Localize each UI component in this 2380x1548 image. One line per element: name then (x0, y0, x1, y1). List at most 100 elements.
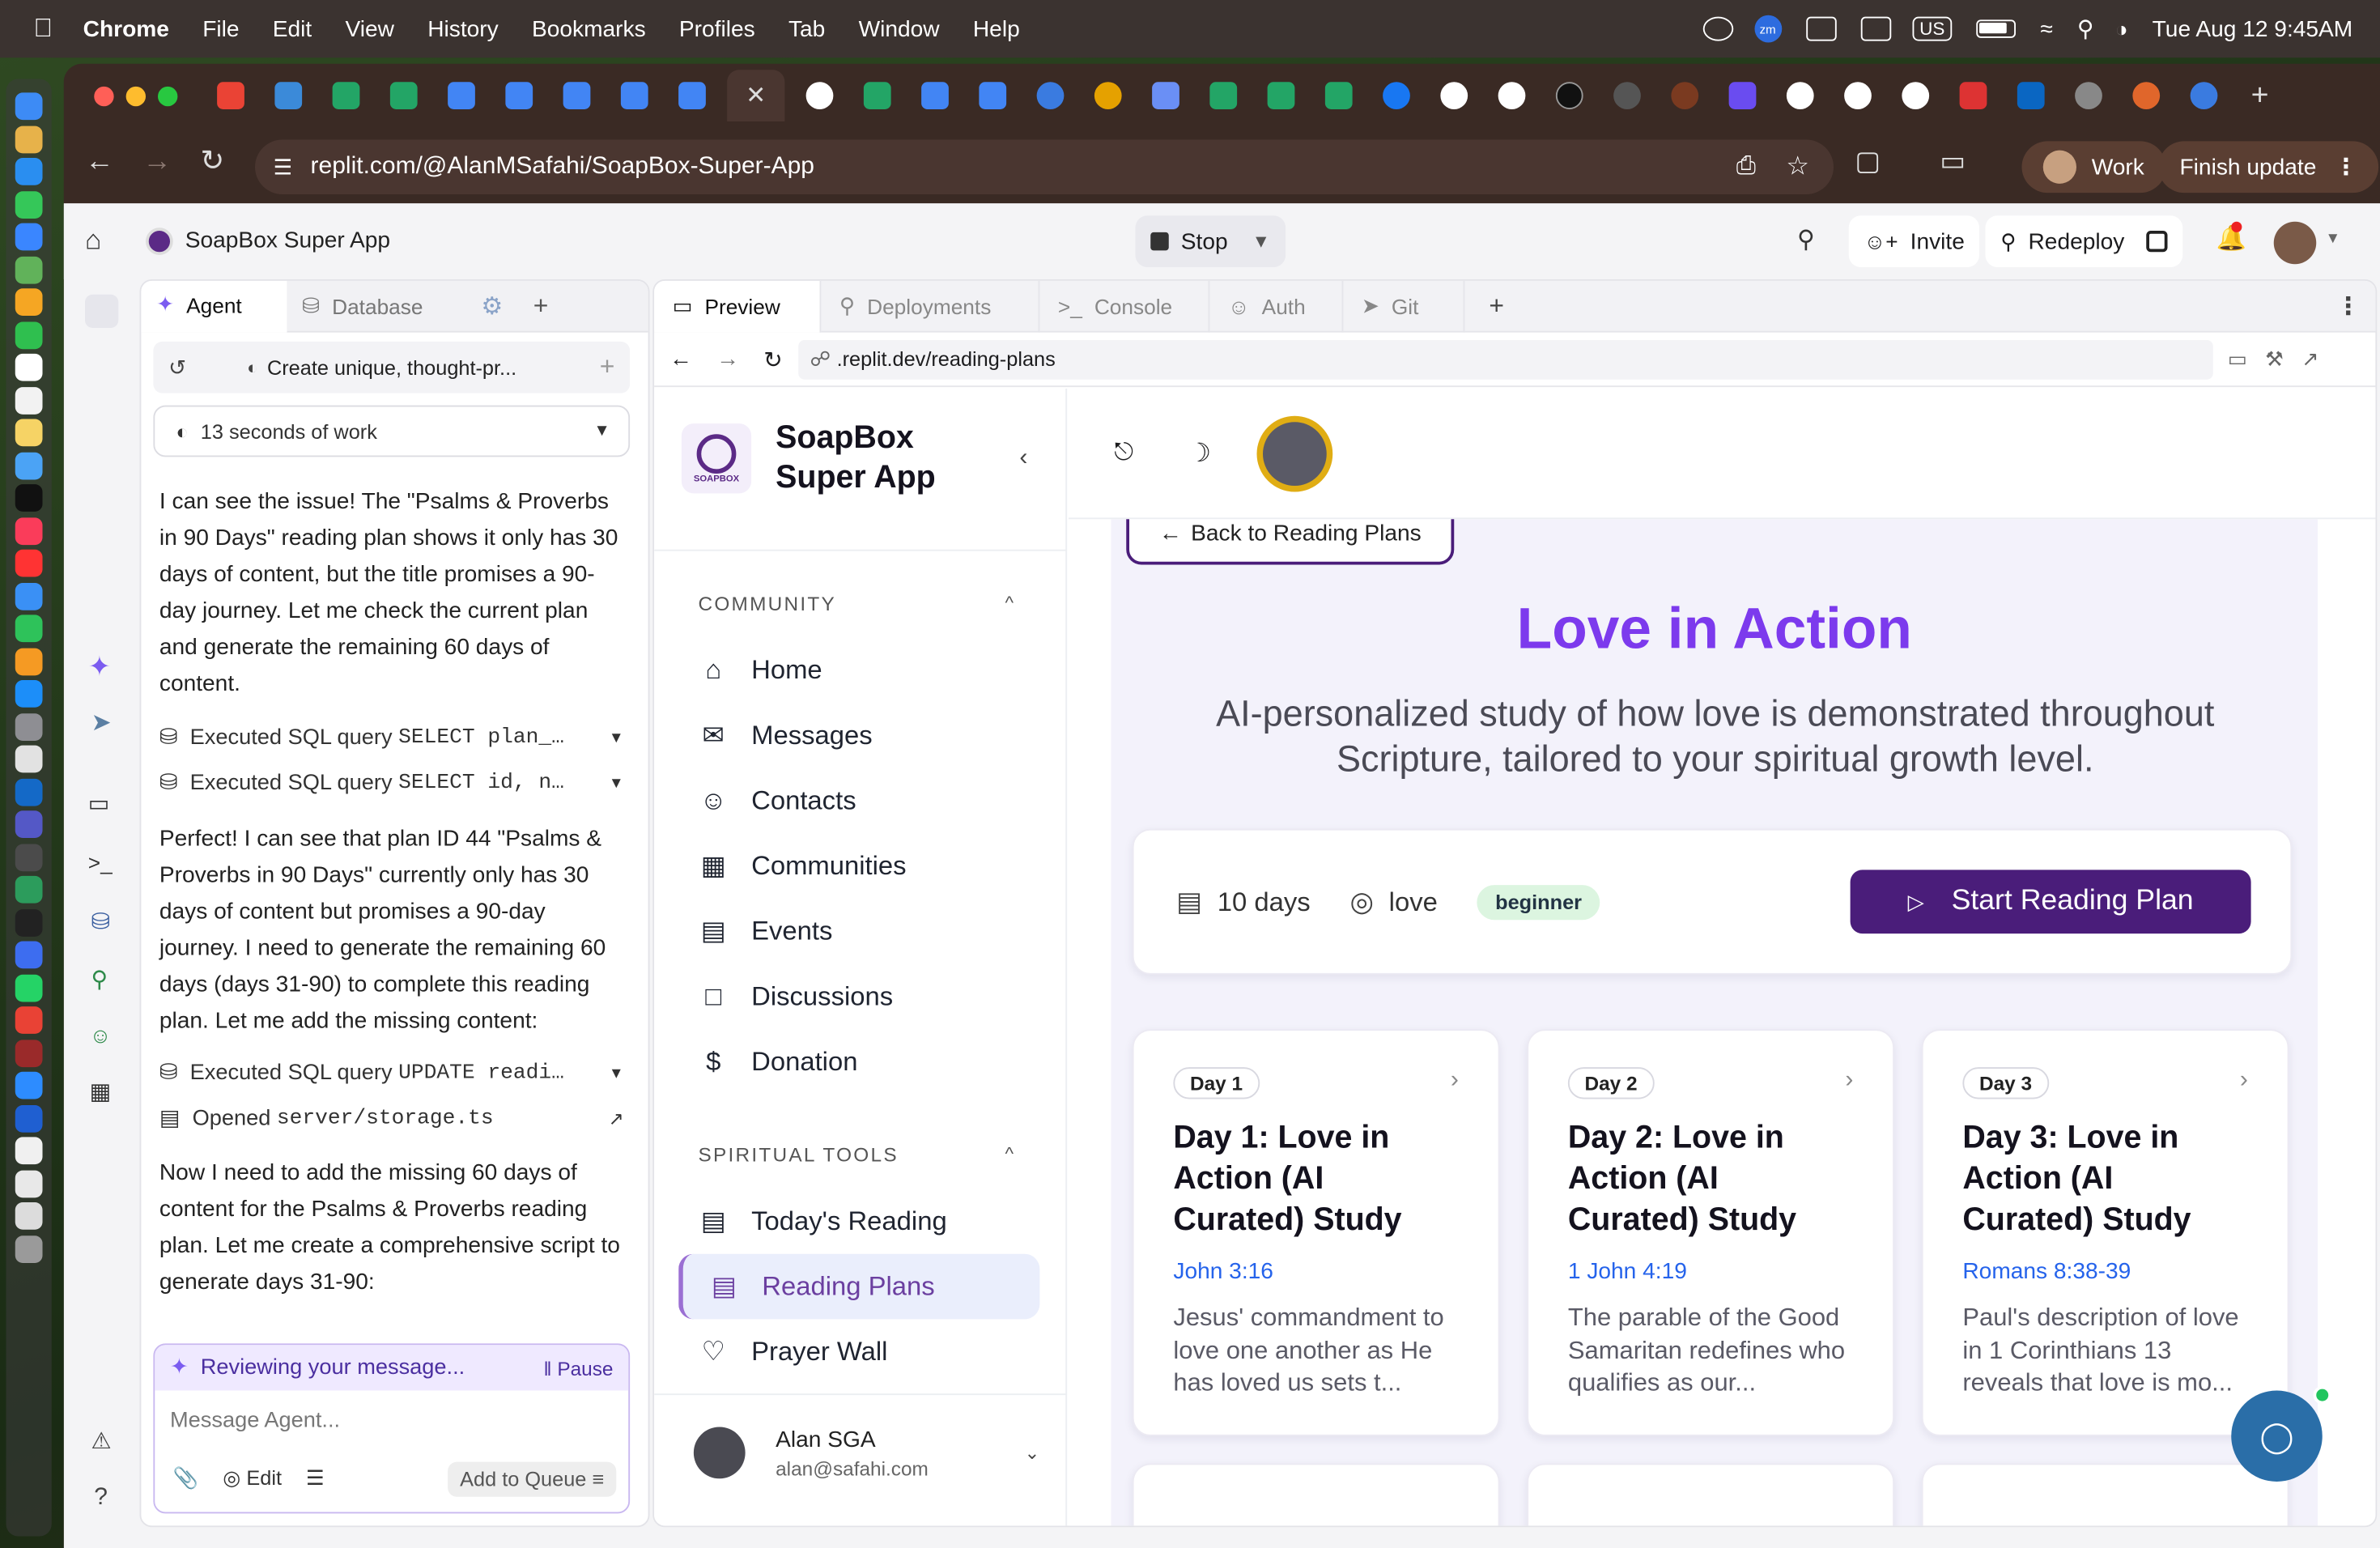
dock-outlook-icon[interactable] (15, 777, 43, 806)
tab-google-icon[interactable] (1786, 82, 1814, 109)
chevron-down-icon[interactable]: ▼ (609, 775, 624, 792)
new-task-icon[interactable]: + (600, 352, 615, 383)
back-to-plans-button[interactable]: ← Back to Reading Plans (1126, 519, 1455, 565)
menu-file[interactable]: File (202, 16, 239, 42)
stop-button[interactable]: Stop ▼ (1135, 215, 1286, 267)
accessibility-icon[interactable] (1702, 16, 1733, 41)
tab-sheets-icon[interactable] (1324, 82, 1353, 109)
copy-icon[interactable] (2145, 231, 2167, 253)
edit-button[interactable]: ◎ Edit (223, 1466, 282, 1491)
collapse-sidebar-icon[interactable]: ‹ (1019, 444, 1027, 472)
tab-sheets-icon[interactable] (332, 82, 360, 109)
tab-app-icon[interactable] (1728, 82, 1757, 109)
chevron-down-icon[interactable]: ▼ (609, 729, 624, 746)
bell-icon[interactable]: ⎋ (1114, 440, 1133, 467)
battery-icon[interactable] (1976, 19, 2017, 38)
tab-app-icon[interactable] (274, 82, 303, 109)
open-new-tab-icon[interactable]: ↗ (2301, 347, 2318, 371)
menu-window[interactable]: Window (859, 16, 940, 42)
apple-icon[interactable]:  (33, 14, 53, 45)
tab-docs-icon[interactable] (563, 82, 591, 109)
profile-button[interactable]: Work (2021, 141, 2166, 194)
attach-icon[interactable]: 📎 (173, 1466, 199, 1491)
dock-news-icon[interactable] (15, 549, 43, 577)
start-plan-button[interactable]: ▷ Start Reading Plan (1850, 870, 2251, 934)
day-card[interactable]: Day 3 › Day 3: Love in Action (AI Curate… (1921, 1029, 2289, 1436)
dock-messages-icon[interactable] (15, 190, 43, 219)
git-icon[interactable]: ➤ (91, 708, 112, 738)
tool-call-row[interactable]: ⛁ Executed SQL query SELECT id, n… ▼ (141, 760, 642, 806)
deployments-icon[interactable]: ⚲ (91, 966, 108, 993)
tab-console[interactable]: >_ Console (1039, 280, 1210, 332)
tab-x-icon[interactable] (1555, 82, 1583, 109)
preview-forward-icon[interactable]: → (716, 347, 739, 372)
active-tab[interactable]: ✕ (727, 70, 785, 121)
dock-facetime-icon[interactable] (15, 321, 43, 349)
close-window-button[interactable] (94, 85, 114, 106)
tab-openai-icon[interactable] (805, 82, 834, 109)
console-icon[interactable]: >_ (88, 850, 113, 874)
tab-sheets-icon[interactable] (1267, 82, 1295, 109)
add-tab-icon[interactable]: + (533, 291, 549, 321)
tab-globe-icon[interactable] (2075, 82, 2102, 109)
user-menu[interactable]: Alan SGA alan@safahi.com ⌄ (693, 1421, 1052, 1485)
preview-icon[interactable]: ▭ (88, 789, 110, 817)
dock-notes-icon[interactable] (15, 419, 43, 447)
teams-tray-icon[interactable] (1859, 16, 1891, 41)
tab-app-icon[interactable] (2132, 82, 2161, 109)
tab-deployments[interactable]: ⚲ Deployments (821, 280, 1040, 332)
tab-app-icon[interactable] (1671, 82, 1699, 109)
redeploy-button[interactable]: ⚲ Redeploy (1985, 215, 2182, 267)
agent-icon[interactable]: ✦ (88, 651, 111, 683)
brand[interactable]: SOAPBOX SoapBox Super App ‹ (681, 416, 1046, 501)
dock-app-icon[interactable] (15, 125, 43, 153)
dock-document-icon[interactable] (15, 1169, 43, 1197)
dock-finder-icon[interactable] (15, 92, 43, 121)
chat-support-button[interactable]: ◯ (2231, 1390, 2323, 1482)
zoom-tray-icon[interactable]: zm (1753, 15, 1782, 43)
chevron-right-icon[interactable]: › (2240, 1067, 2248, 1095)
add-pane-tab-icon[interactable]: + (1489, 291, 1504, 321)
preview-reload-icon[interactable]: ↻ (763, 346, 783, 372)
project-title[interactable]: SoapBox Super App (185, 228, 390, 253)
menu-app-name[interactable]: Chrome (83, 16, 169, 42)
tab-sheets-icon[interactable] (1209, 82, 1238, 109)
control-center-icon[interactable]: ◑ (2115, 17, 2128, 41)
dock-numbers-icon[interactable] (15, 615, 43, 643)
search-icon[interactable]: ⚲ (2077, 15, 2094, 43)
tool-call-row[interactable]: ⛁ Executed SQL query SELECT plan_… ▼ (141, 715, 642, 760)
dock-photos-icon[interactable] (15, 288, 43, 316)
work-summary[interactable]: ◐ 13 seconds of work ▼ (153, 405, 631, 457)
finish-update-button[interactable]: Finish update ⋮ (2158, 141, 2379, 194)
chevron-down-icon[interactable]: ▼ (2326, 231, 2341, 248)
zoom-window-button[interactable] (158, 85, 178, 106)
dock-chrome-icon[interactable] (15, 1006, 43, 1034)
nav-prayer-wall[interactable]: ♡ Prayer Wall (654, 1319, 1067, 1384)
tab-docs-icon[interactable] (678, 82, 706, 109)
tab-facebook-icon[interactable] (1383, 82, 1410, 109)
tab-sheets-icon[interactable] (389, 82, 418, 109)
dock-terminal-icon[interactable] (15, 908, 43, 936)
more-vert-icon[interactable]: ⋮ (2335, 153, 2357, 181)
section-spiritual-tools[interactable]: SPIRITUAL TOOLS ^ (654, 1131, 1067, 1176)
tab-git[interactable]: ➤ Git (1343, 280, 1465, 332)
preview-url-field[interactable]: ☍ .replit.dev/reading-plans (797, 339, 2212, 379)
dock-mail-icon[interactable] (15, 223, 43, 251)
bookmark-star-icon[interactable]: ☆ (1786, 152, 1809, 183)
section-community[interactable]: COMMUNITY ^ (654, 580, 1067, 625)
dock-keynote-icon[interactable] (15, 582, 43, 610)
chevron-up-icon[interactable]: ^ (1005, 1143, 1016, 1164)
day-card[interactable]: Day 1 › Day 1: Love in Action (AI Curate… (1132, 1029, 1500, 1436)
dock-app-icon[interactable] (15, 843, 43, 871)
reload-icon[interactable]: ↻ (201, 144, 225, 179)
tab-sheets-icon[interactable] (863, 82, 891, 109)
dock-app-icon[interactable] (15, 1104, 43, 1132)
back-icon[interactable]: ← (85, 146, 114, 179)
tab-google-icon[interactable] (1902, 82, 1930, 109)
day-card[interactable] (1132, 1463, 1500, 1526)
dock-reminders-icon[interactable] (15, 386, 43, 414)
dock-dictionary-icon[interactable] (15, 1039, 43, 1067)
tab-app-icon[interactable] (2190, 82, 2218, 109)
tool-call-row[interactable]: ▤ Opened server/storage.ts ↗ (141, 1096, 642, 1142)
nav-todays-reading[interactable]: ▤ Today's Reading (654, 1189, 1067, 1254)
